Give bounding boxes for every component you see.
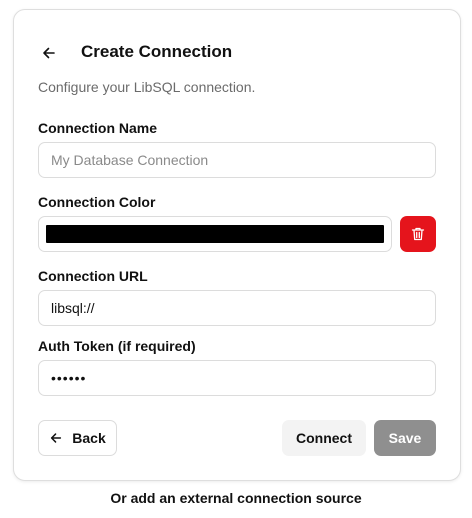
connection-url-input[interactable]	[38, 290, 436, 326]
delete-color-button[interactable]	[400, 216, 436, 252]
auth-token-label: Auth Token (if required)	[38, 338, 196, 354]
back-button[interactable]: Back	[38, 420, 117, 456]
connection-color-picker[interactable]	[38, 216, 392, 252]
connection-color-label: Connection Color	[38, 194, 156, 210]
page-title: Create Connection	[81, 42, 233, 61]
back-button-label: Back	[72, 430, 106, 446]
page-subtitle: Configure your LibSQL connection.	[38, 79, 256, 95]
save-button[interactable]: Save	[374, 420, 436, 456]
save-button-label: Save	[388, 430, 422, 446]
external-source-link[interactable]: Or add an external connection source	[0, 490, 472, 506]
color-swatch	[46, 225, 384, 243]
auth-token-input[interactable]	[38, 360, 436, 396]
arrow-left-icon	[51, 433, 62, 443]
connect-button-label: Connect	[296, 430, 352, 446]
connection-url-label: Connection URL	[38, 268, 148, 284]
arrow-left-icon	[43, 47, 55, 59]
connect-button[interactable]: Connect	[282, 420, 366, 456]
trash-icon	[411, 227, 425, 241]
connection-name-input[interactable]	[38, 142, 436, 178]
header-back-button[interactable]	[32, 36, 66, 70]
connection-name-label: Connection Name	[38, 120, 158, 136]
